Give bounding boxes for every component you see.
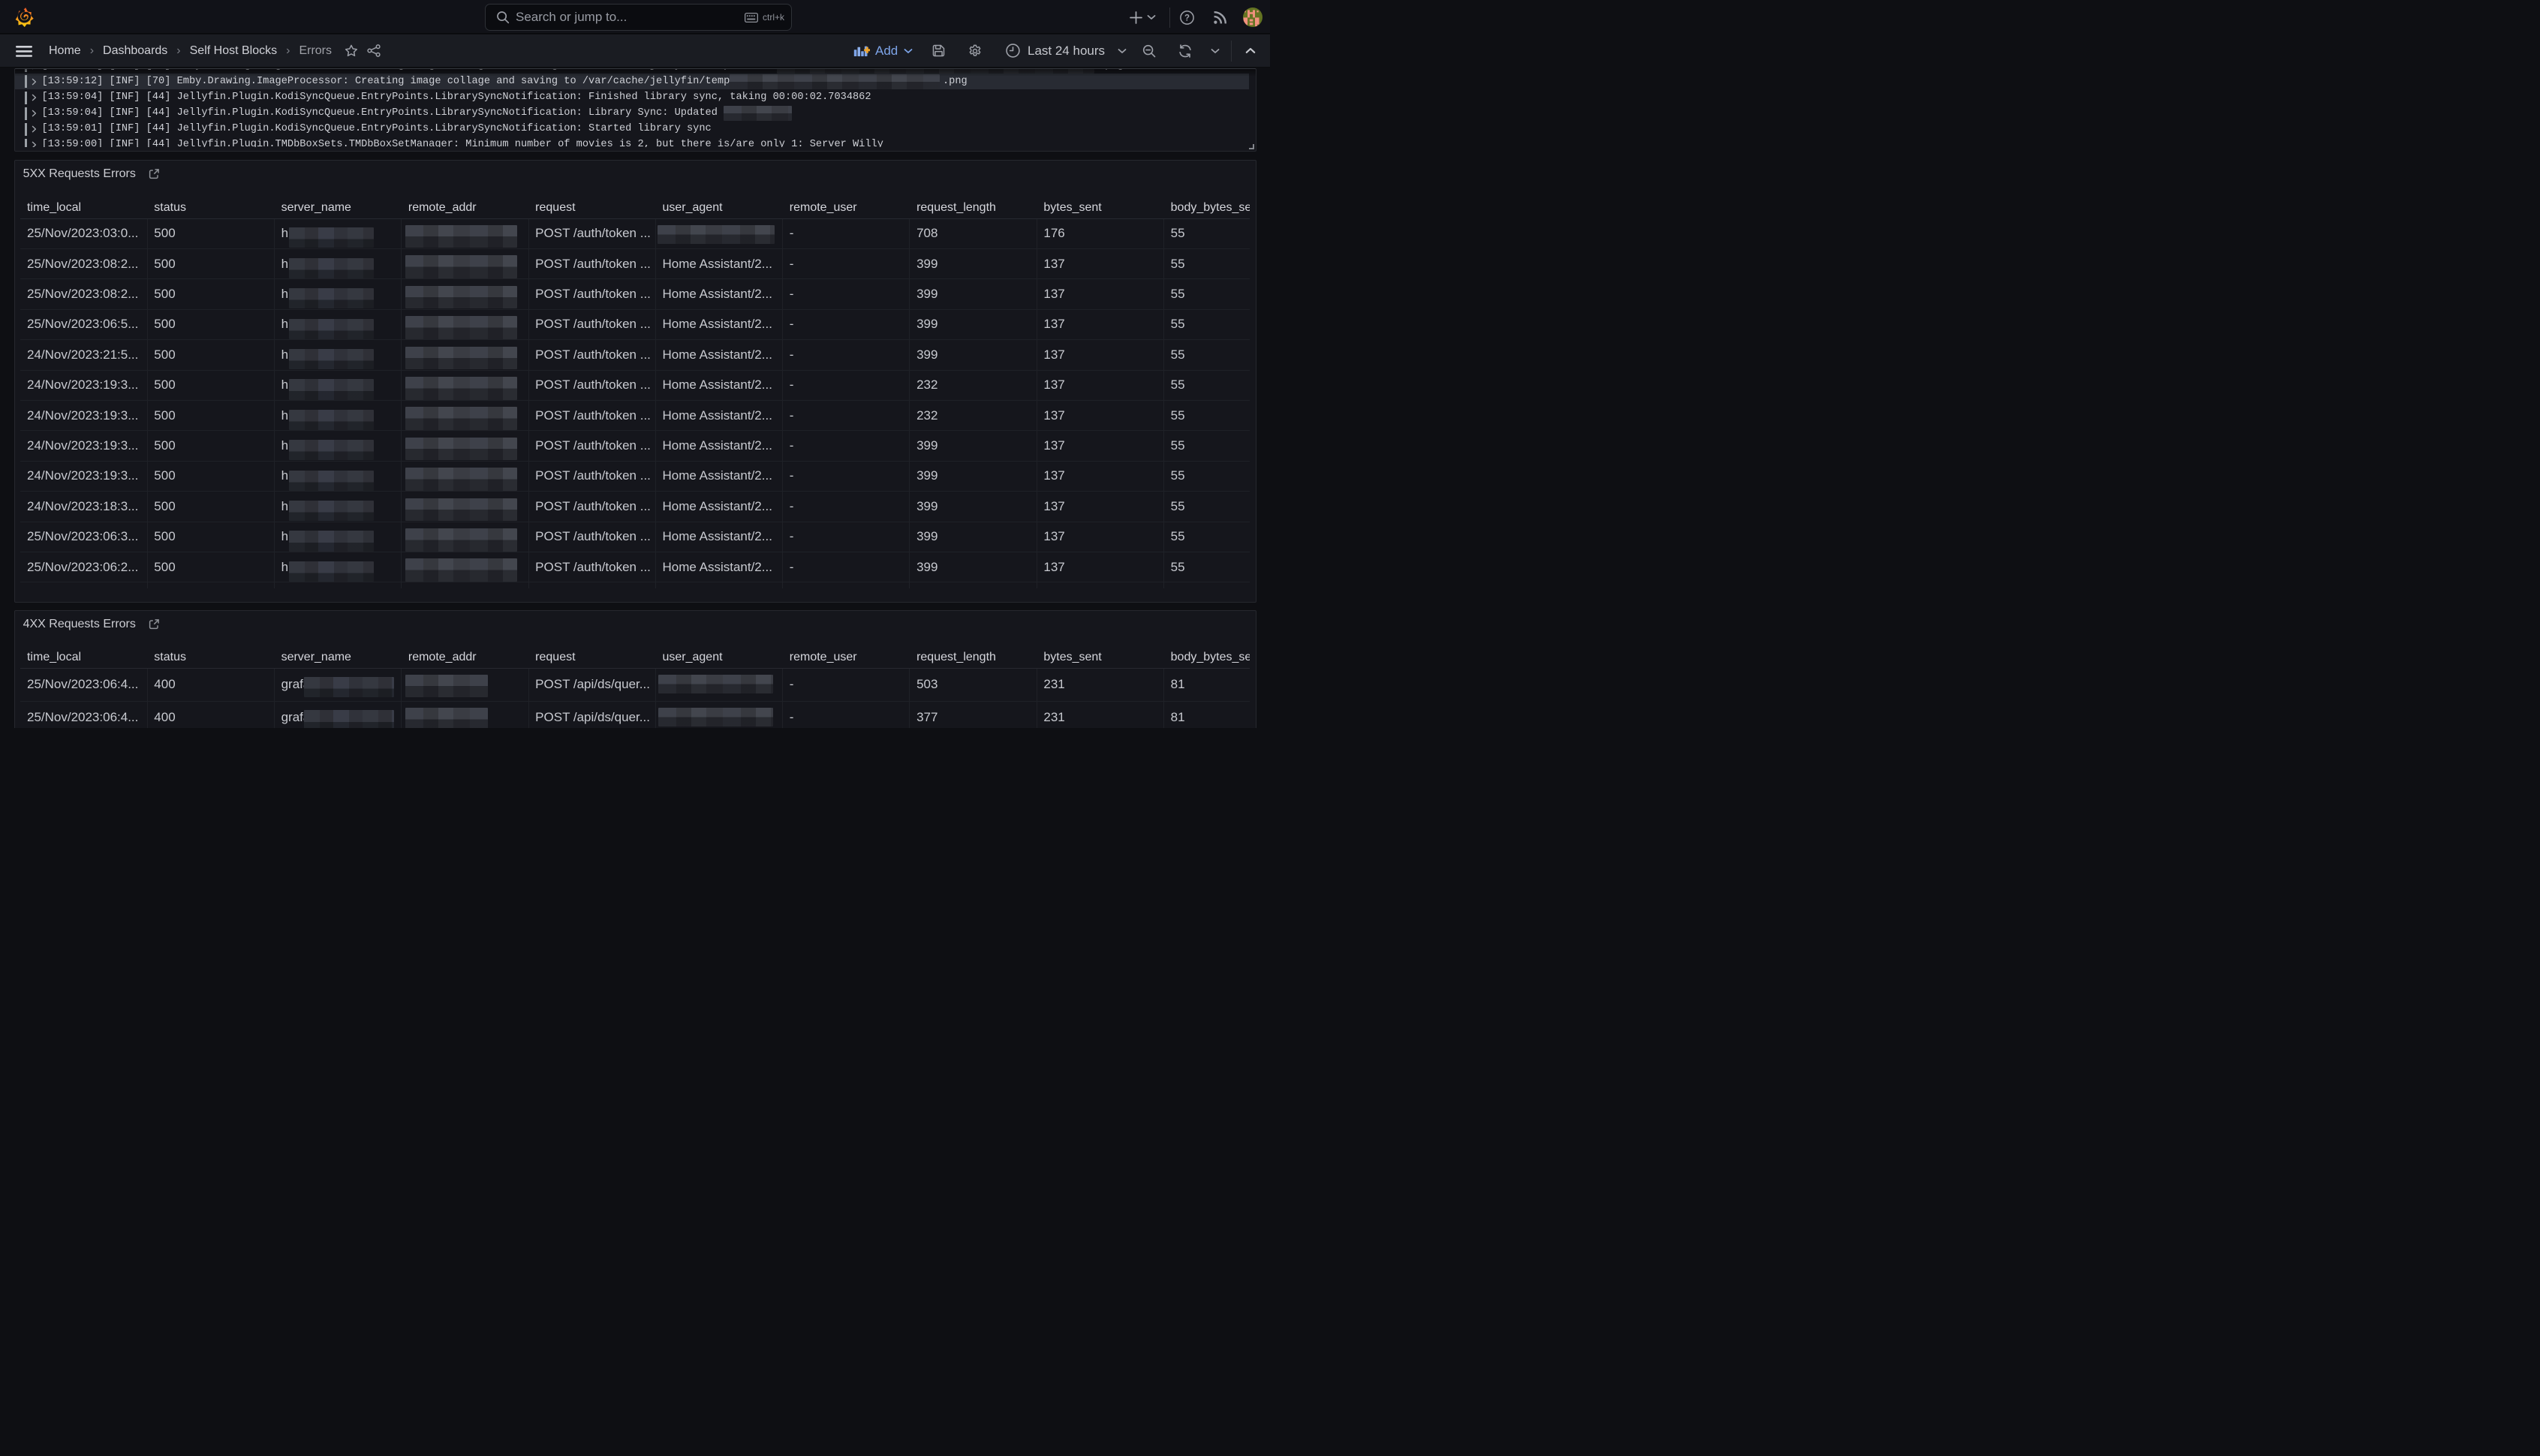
svg-text:?: ? (1184, 14, 1190, 23)
